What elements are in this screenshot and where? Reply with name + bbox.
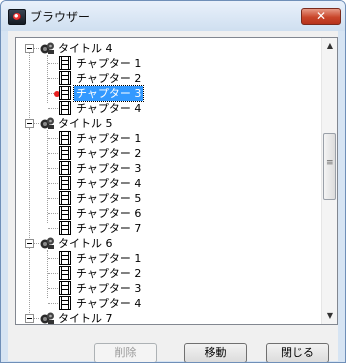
tree-node-label[interactable]: チャプター 1 <box>74 56 143 71</box>
tree-node-title[interactable]: タイトル 7 <box>16 311 321 324</box>
chapter-icon <box>59 131 71 145</box>
tree-node-chapter[interactable]: チャプター 4 <box>16 176 321 191</box>
client-area: タイトル 4 チャプター 1 チャプター 2 チャプター 3 チャプター 4 タイトル 5… <box>8 31 338 362</box>
tree-content: タイトル 4 チャプター 1 チャプター 2 チャプター 3 チャプター 4 タイトル 5… <box>16 38 321 324</box>
tree-node-label[interactable]: タイトル 5 <box>56 116 115 131</box>
app-icon <box>8 9 26 25</box>
disc-title-icon <box>39 116 55 130</box>
chapter-icon <box>59 191 71 205</box>
tree-node-chapter[interactable]: チャプター 3 <box>16 161 321 176</box>
chapter-icon <box>59 101 71 115</box>
tree-node-chapter[interactable]: チャプター 4 <box>16 101 321 116</box>
chapter-icon <box>59 281 71 295</box>
delete-button[interactable]: 削除 <box>94 343 157 362</box>
chapter-icon <box>59 56 71 70</box>
tree-node-label[interactable]: チャプター 3 <box>74 281 143 296</box>
tree-node-chapter[interactable]: チャプター 7 <box>16 221 321 236</box>
tree-node-chapter[interactable]: チャプター 2 <box>16 71 321 86</box>
tree-node-label[interactable]: チャプター 2 <box>74 266 143 281</box>
scroll-down-button[interactable]: ▼ <box>322 308 337 324</box>
close-icon: ✕ <box>315 9 327 23</box>
tree-node-label[interactable]: チャプター 1 <box>74 131 143 146</box>
title-bar[interactable]: ブラウザー ✕ <box>1 1 345 31</box>
chapter-icon <box>59 266 71 280</box>
tree-node-chapter[interactable]: チャプター 1 <box>16 56 321 71</box>
tree-node-chapter[interactable]: チャプター 5 <box>16 191 321 206</box>
scroll-thumb[interactable] <box>323 133 336 200</box>
chapter-icon <box>59 221 71 235</box>
browser-window: ブラウザー ✕ タイトル 4 チャプター 1 チャプター 2 チャプター 3 チャプター… <box>0 0 346 363</box>
collapse-icon[interactable] <box>25 239 34 248</box>
tree-node-title[interactable]: タイトル 5 <box>16 116 321 131</box>
window-title: ブラウザー <box>30 10 91 24</box>
tree-node-label[interactable]: チャプター 5 <box>74 191 143 206</box>
tree-node-label[interactable]: チャプター 4 <box>74 101 143 116</box>
tree-view[interactable]: タイトル 4 チャプター 1 チャプター 2 チャプター 3 チャプター 4 タイトル 5… <box>15 37 338 325</box>
disc-title-icon <box>39 236 55 250</box>
disc-title-icon <box>39 41 55 55</box>
vertical-scrollbar[interactable]: ▲ ▼ <box>321 38 337 324</box>
collapse-icon[interactable] <box>25 119 34 128</box>
chapter-icon <box>59 146 71 160</box>
tree-node-title[interactable]: タイトル 4 <box>16 41 321 56</box>
tree-node-chapter[interactable]: チャプター 1 <box>16 131 321 146</box>
tree-node-label[interactable]: チャプター 4 <box>74 176 143 191</box>
tree-node-label[interactable]: チャプター 2 <box>74 146 143 161</box>
scroll-up-button[interactable]: ▲ <box>322 38 337 54</box>
tree-node-label[interactable]: チャプター 2 <box>74 71 143 86</box>
tree-node-label[interactable]: チャプター 6 <box>74 206 143 221</box>
close-button[interactable]: 閉じる <box>266 343 329 362</box>
tree-node-chapter[interactable]: チャプター 3 <box>16 85 321 102</box>
chapter-icon <box>59 161 71 175</box>
tree-node-label[interactable]: タイトル 7 <box>56 311 115 324</box>
chapter-icon <box>59 176 71 190</box>
tree-node-title[interactable]: タイトル 6 <box>16 236 321 251</box>
tree-node-label[interactable]: チャプター 3 <box>72 85 145 102</box>
tree-node-chapter[interactable]: チャプター 4 <box>16 296 321 311</box>
collapse-icon[interactable] <box>25 44 34 53</box>
tree-node-chapter[interactable]: チャプター 1 <box>16 251 321 266</box>
chapter-icon <box>59 71 71 85</box>
tree-node-label[interactable]: チャプター 7 <box>74 221 143 236</box>
tree-node-label[interactable]: チャプター 4 <box>74 296 143 311</box>
move-button[interactable]: 移動 <box>184 343 247 362</box>
chapter-icon <box>59 86 71 100</box>
tree-node-label[interactable]: チャプター 3 <box>74 161 143 176</box>
chapter-icon <box>59 206 71 220</box>
tree-node-chapter[interactable]: チャプター 2 <box>16 146 321 161</box>
collapse-icon[interactable] <box>25 314 34 323</box>
tree-node-label[interactable]: チャプター 1 <box>74 251 143 266</box>
chapter-icon <box>59 251 71 265</box>
tree-node-label[interactable]: タイトル 4 <box>56 41 115 56</box>
close-window-button[interactable]: ✕ <box>301 8 341 25</box>
disc-title-icon <box>39 311 55 324</box>
tree-node-label[interactable]: タイトル 6 <box>56 236 115 251</box>
tree-node-chapter[interactable]: チャプター 3 <box>16 281 321 296</box>
tree-node-chapter[interactable]: チャプター 6 <box>16 206 321 221</box>
chapter-icon <box>59 296 71 310</box>
tree-node-chapter[interactable]: チャプター 2 <box>16 266 321 281</box>
